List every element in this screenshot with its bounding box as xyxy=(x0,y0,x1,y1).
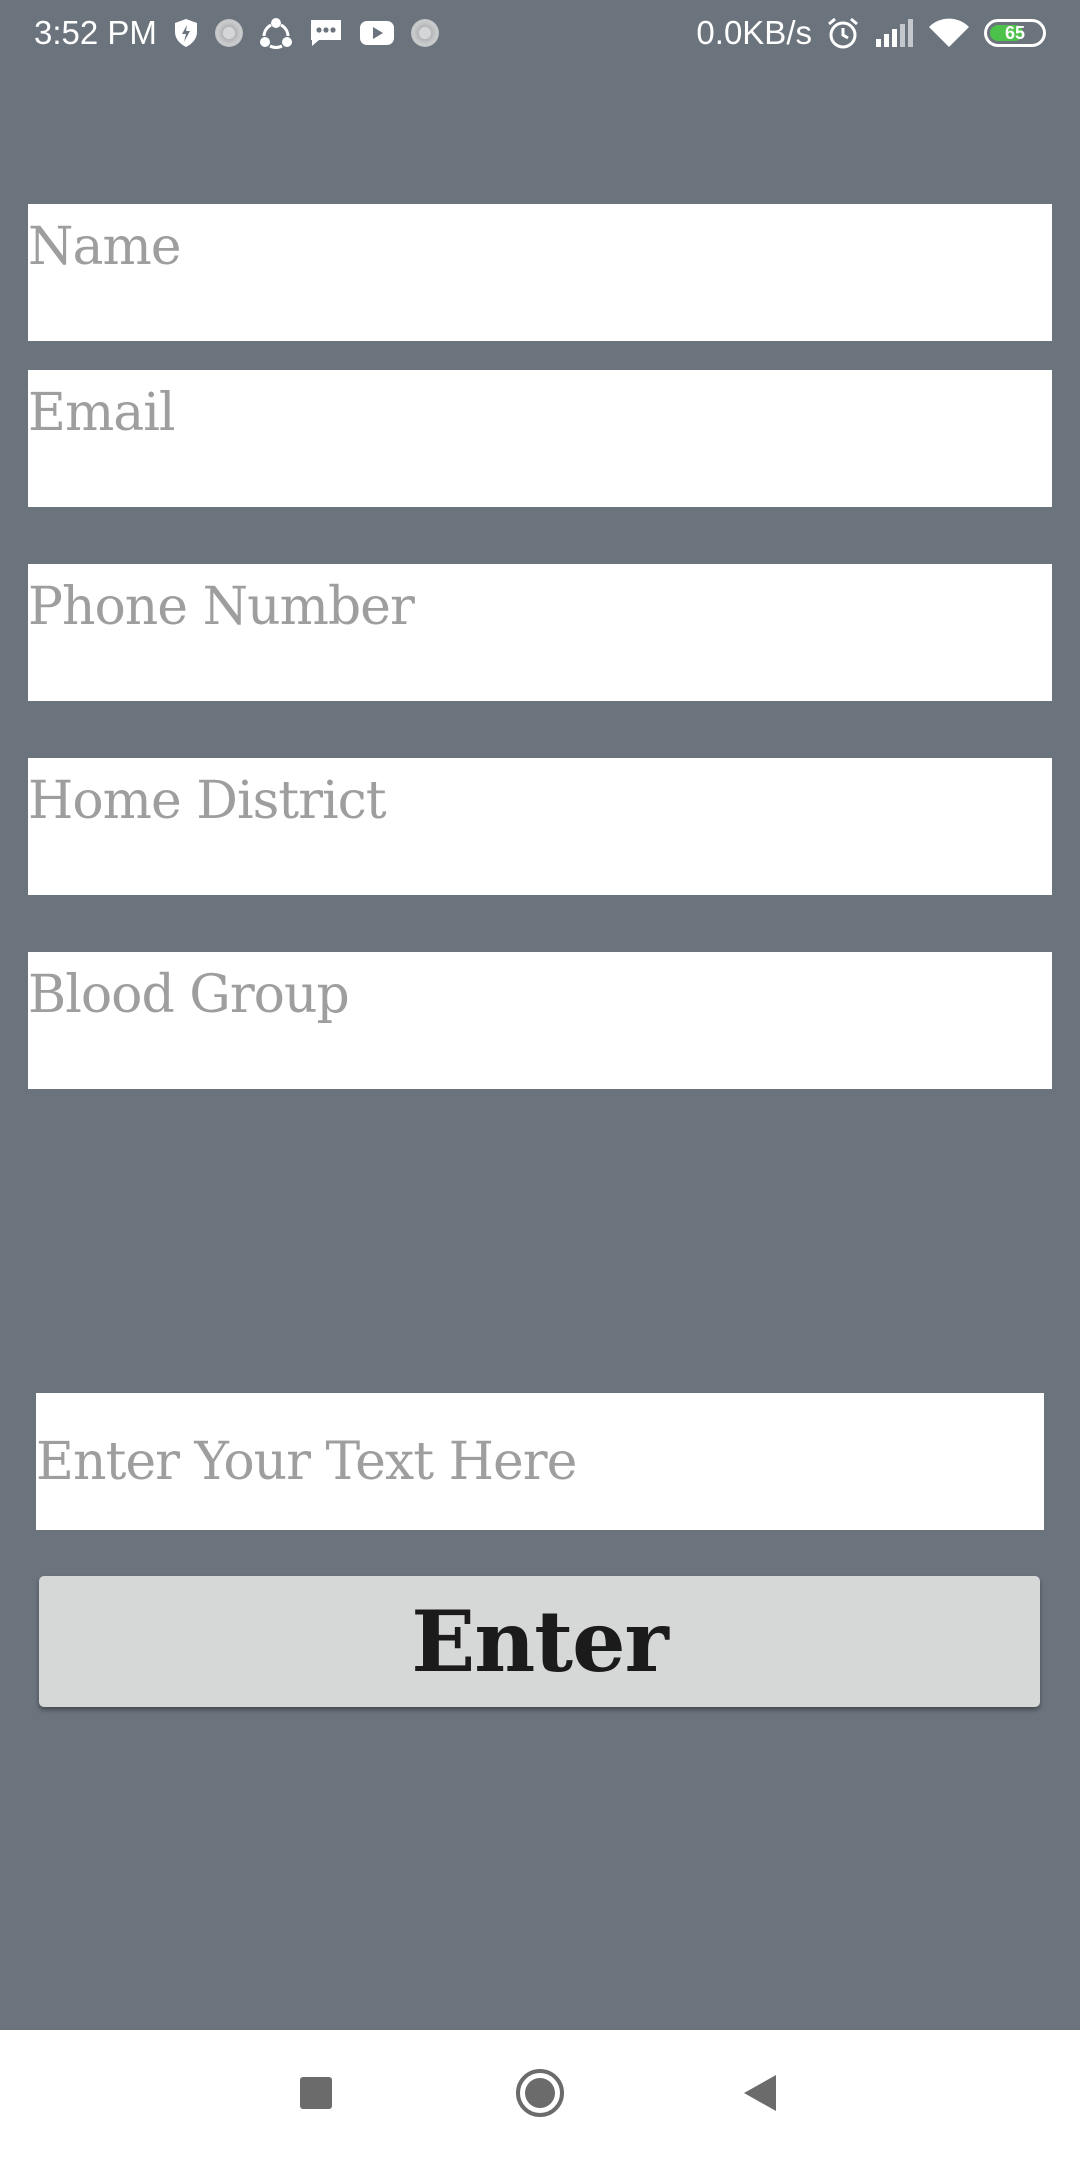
message-icon xyxy=(309,18,343,48)
battery-level: 65 xyxy=(1004,23,1026,43)
status-bar-left: 3:52 PM xyxy=(34,10,439,56)
signal-icon xyxy=(874,19,914,47)
status-bar-right: 0.0KB/s 65 xyxy=(696,10,1046,56)
youtube-icon xyxy=(359,20,395,46)
enter-button[interactable]: Enter xyxy=(39,1576,1040,1707)
home-icon xyxy=(514,2067,566,2123)
phone-number-field[interactable]: Phone Number xyxy=(28,564,1052,701)
blood-group-placeholder: Blood Group xyxy=(28,965,350,1025)
back-button[interactable] xyxy=(700,2030,820,2160)
home-button[interactable] xyxy=(480,2030,600,2160)
share-nodes-icon xyxy=(259,17,293,49)
name-placeholder: Name xyxy=(28,217,182,277)
recents-button[interactable] xyxy=(256,2030,376,2160)
status-bar: 3:52 PM 0.0KB/s 65 xyxy=(0,0,1080,66)
home-district-placeholder: Home District xyxy=(28,771,387,831)
name-field[interactable]: Name xyxy=(28,204,1052,341)
dotted-circle-icon xyxy=(214,19,243,47)
blood-group-field[interactable]: Blood Group xyxy=(28,952,1052,1089)
alarm-icon xyxy=(826,16,860,50)
recents-icon xyxy=(299,2076,333,2114)
shield-bolt-icon xyxy=(173,18,199,48)
back-icon xyxy=(743,2074,777,2116)
email-placeholder: Email xyxy=(28,383,176,443)
battery-icon: 65 xyxy=(984,19,1046,47)
wifi-icon xyxy=(928,17,970,49)
text-input-placeholder: Enter Your Text Here xyxy=(36,1432,577,1492)
email-field[interactable]: Email xyxy=(28,370,1052,507)
status-time: 3:52 PM xyxy=(34,14,157,51)
phone-number-placeholder: Phone Number xyxy=(28,577,415,637)
navigation-bar xyxy=(0,2030,1080,2160)
network-speed: 0.0KB/s xyxy=(696,14,812,51)
dotted-circle-icon xyxy=(410,19,439,47)
text-input[interactable]: Enter Your Text Here xyxy=(36,1393,1044,1530)
home-district-field[interactable]: Home District xyxy=(28,758,1052,895)
